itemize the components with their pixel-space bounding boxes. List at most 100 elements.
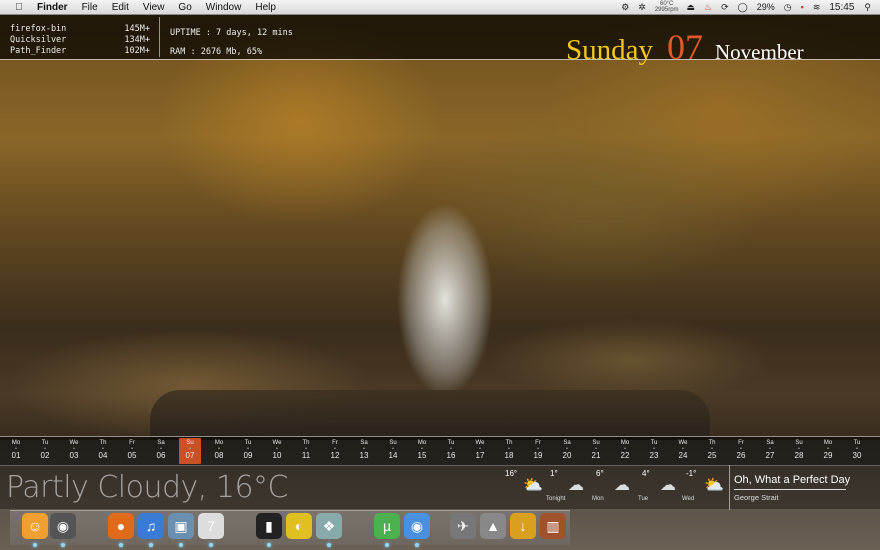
running-indicator [209,543,213,547]
calendar-date: 08 [214,451,224,460]
running-indicator [119,543,123,547]
process-row: firefox-bin 145M+ [10,24,150,35]
dock-terminal-icon[interactable]: ▮ [256,513,282,539]
calendar-date: 18 [504,451,514,460]
calendar-date: 28 [794,451,804,460]
dock-dashboard-icon[interactable]: ◉ [50,513,76,539]
calendar-day: Sa • 20 [556,440,578,461]
running-indicator [149,543,153,547]
menu-help[interactable]: Help [255,2,276,13]
calendar-day: Th • 04 [92,440,114,461]
weekday-text: Sunday [566,34,653,66]
panel-separator [159,17,160,57]
panel-separator [729,465,730,510]
dock-downloads-icon[interactable]: ↓ [510,513,536,539]
partly-cloudy-icon: ⛅ [523,477,543,494]
sync-icon[interactable]: ⟳ [721,2,729,13]
calendar-day: Mo • 08 [208,440,230,461]
process-mem: 102M+ [124,46,150,56]
running-indicator [415,543,419,547]
clock-time[interactable]: 15:45 [829,2,854,13]
calendar-date: 03 [69,451,79,460]
dock-finder-icon[interactable]: ☺ [22,513,48,539]
ram-text: RAM : 2676 Mb, 65% [170,47,263,57]
calendar-strip: Mo • 01 Tu • 02 We • 03 Th • 04 Fr • 05 Sa • 06 Su • 07 Mo • 08… [0,436,880,466]
wifi-icon[interactable]: ≋ [813,2,821,13]
calendar-day: Th • 11 [295,440,317,461]
calendar-date: 15 [417,451,427,460]
calendar-date: 12 [330,451,340,460]
running-indicator [267,543,271,547]
now-playing-title: Oh, What a Perfect Day [734,474,851,486]
menu-finder[interactable]: Finder [37,2,68,13]
running-indicator [61,543,65,547]
dock-utorrent-icon[interactable]: µ [374,513,400,539]
dock-itunes-icon[interactable]: ♫ [138,513,164,539]
menu-edit[interactable]: Edit [112,2,129,13]
process-name: Quicksilver [10,35,67,45]
forecast-label: Mon [592,496,604,502]
eject-icon[interactable]: ⏏ [687,2,696,13]
calendar-date: 26 [736,451,746,460]
calendar-day: We • 24 [672,440,694,461]
calendar-day: Fr • 05 [121,440,143,461]
process-row: Quicksilver 134M+ [10,35,150,46]
calendar-date: 23 [649,451,659,460]
calendar-date: 19 [533,451,543,460]
process-mem: 145M+ [124,24,150,34]
dock-stack-apps-icon[interactable]: ▲ [480,513,506,539]
dock-firefox-icon[interactable]: ● [108,513,134,539]
dock-preview-icon[interactable]: ▣ [168,513,194,539]
calendar-day: Sa • 13 [353,440,375,461]
forecast-temp: 1° [550,469,558,478]
partly-cloudy-icon: ⛅ [704,477,724,494]
gear-icon[interactable]: ⚙ [621,2,629,13]
running-indicator [33,543,37,547]
forecast-temp: -1° [686,469,697,478]
menu-window[interactable]: Window [206,2,242,13]
current-weather-text: Partly Cloudy, 16°C [6,470,289,505]
dock-color-app-icon[interactable]: ◐ [286,513,312,539]
calendar-date: 02 [40,451,50,460]
calendar-day: Mo • 15 [411,440,433,461]
calendar-date: 24 [678,451,688,460]
menu-bar:  Finder File Edit View Go Window Help ⚙… [0,0,880,15]
clock-icon[interactable]: ◷ [784,2,792,13]
uptime-text: UPTIME : 7 days, 12 mins [170,28,293,38]
progress-bar [734,489,846,490]
calendar-day: Su • 14 [382,440,404,461]
calendar-day: Tu • 02 [34,440,56,461]
calendar-day: Tu • 16 [440,440,462,461]
calendar-date: 17 [475,451,485,460]
menu-view[interactable]: View [143,2,165,13]
cloud-snow-icon: ☁ [660,477,676,494]
dock-path-finder-icon[interactable]: ✈ [450,513,476,539]
calendar-day: Su • 28 [788,440,810,461]
dock-archive-icon[interactable]: ▥ [540,513,566,539]
calendar-day: Mo • 29 [817,440,839,461]
menu-go[interactable]: Go [178,2,191,13]
calendar-day: We • 10 [266,440,288,461]
chat-bubble-icon[interactable]: ◯ [738,2,748,13]
apple-icon[interactable]:  [13,2,25,13]
dock-chat-icon[interactable]: ◉ [404,513,430,539]
calendar-date: 07 [185,451,195,460]
flag-icon[interactable]: ▪ [801,2,804,12]
temp-monitor[interactable]: 60°C 2995rpm [655,1,679,13]
forecast-label: Tonight [546,496,566,502]
spotlight-search-icon[interactable]: ⚲ [864,2,871,13]
calendar-day: Th • 18 [498,440,520,461]
fan-icon[interactable]: ✲ [638,2,646,13]
running-indicator [327,543,331,547]
day-number: 07 [667,27,703,67]
process-mem: 134M+ [124,35,150,45]
flame-icon[interactable]: ♨ [704,2,712,13]
forecast-temp: 4° [642,469,650,478]
forecast-temp: 6° [596,469,604,478]
calendar-day: Fr • 12 [324,440,346,461]
dock-ical-icon[interactable]: 7 [198,513,224,539]
calendar-date: 21 [591,451,601,460]
battery-status[interactable]: 29% [757,2,775,12]
menu-file[interactable]: File [82,2,98,13]
dock-photos-icon[interactable]: ❖ [316,513,342,539]
